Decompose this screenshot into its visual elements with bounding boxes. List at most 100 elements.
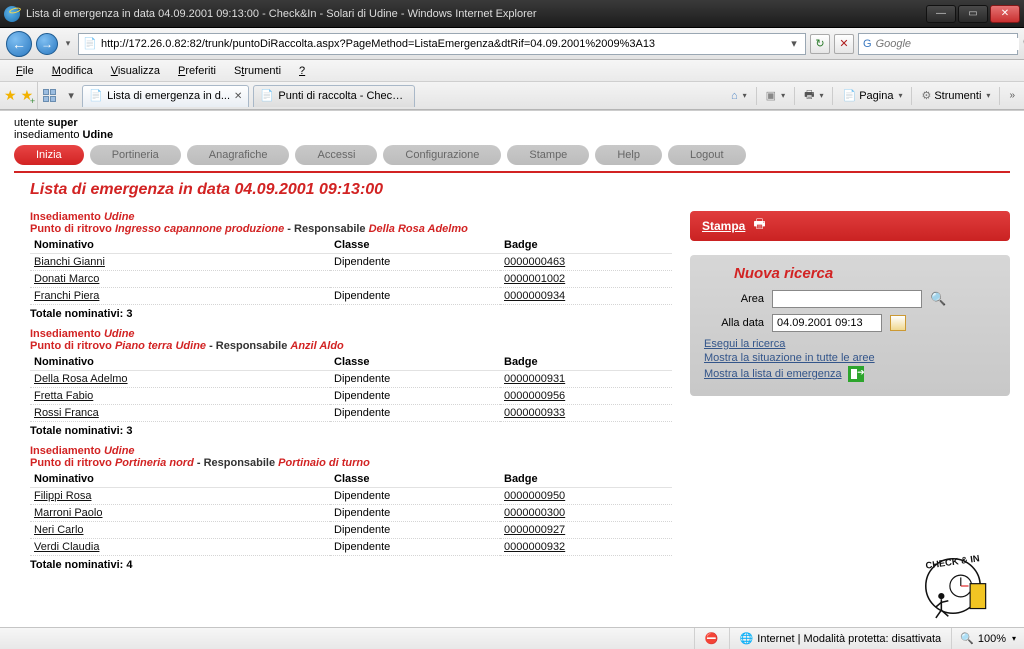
menu-modifica[interactable]: Modifica	[44, 62, 101, 80]
date-input[interactable]	[772, 314, 882, 332]
quick-tabs-dropdown[interactable]: ▾	[64, 89, 78, 103]
nav-inizia[interactable]: Inizia	[14, 145, 84, 165]
badge-link[interactable]: 0000000950	[504, 490, 565, 502]
classe-cell: Dipendente	[330, 505, 500, 522]
address-bar[interactable]: 📄 ▾	[78, 33, 806, 55]
add-favorite-icon[interactable]: ★+	[21, 87, 34, 104]
nav-stampe[interactable]: Stampe	[507, 145, 589, 165]
col-badge: Badge	[500, 354, 672, 371]
badge-link[interactable]: 0000001002	[504, 273, 565, 285]
user-name: super	[48, 117, 78, 129]
tab-icon: 📄	[260, 89, 274, 103]
nav-help[interactable]: Help	[595, 145, 662, 165]
search-panel-title: Nuova ricerca	[704, 265, 996, 282]
nominativo-link[interactable]: Della Rosa Adelmo	[34, 373, 128, 385]
ie-icon	[4, 6, 20, 22]
badge-link[interactable]: 0000000927	[504, 524, 565, 536]
stop-button[interactable]: ✕	[834, 34, 854, 54]
window-titlebar: Lista di emergenza in data 04.09.2001 09…	[0, 0, 1024, 28]
nav-accessi[interactable]: Accessi	[295, 145, 377, 165]
nominativo-link[interactable]: Franchi Piera	[34, 290, 99, 302]
toolbar-overflow[interactable]: »	[1004, 86, 1020, 106]
badge-link[interactable]: 0000000300	[504, 507, 565, 519]
nominativo-link[interactable]: Rossi Franca	[34, 407, 99, 419]
print-toolbar-button[interactable]: 🖶	[799, 86, 828, 106]
browser-search-input[interactable]	[876, 38, 1019, 50]
tab-close-icon[interactable]: ✕	[234, 91, 242, 102]
badge-link[interactable]: 0000000463	[504, 256, 565, 268]
group-header: Insediamento UdinePunto di ritrovo Ingre…	[30, 211, 672, 235]
page-menu-label: Pagina	[859, 90, 893, 102]
link-situazione-aree[interactable]: Mostra la situazione in tutte le aree	[704, 352, 996, 364]
close-button[interactable]: ✕	[990, 5, 1020, 23]
classe-cell: Dipendente	[330, 405, 500, 422]
nav-portineria[interactable]: Portineria	[90, 145, 181, 165]
tab-other[interactable]: 📄 Punti di raccolta - Check&...	[253, 85, 415, 107]
favorites-star-icon[interactable]: ★	[4, 87, 17, 104]
insediamento-line: insediamento Udine	[14, 129, 1010, 141]
tools-menu-button[interactable]: ⚙ Strumenti	[916, 86, 995, 106]
table-row: Neri CarloDipendente0000000927	[30, 522, 672, 539]
menu-strumenti[interactable]: Strumenti	[226, 62, 289, 80]
nominativo-link[interactable]: Marroni Paolo	[34, 507, 102, 519]
menu-preferiti[interactable]: Preferiti	[170, 62, 224, 80]
feeds-button[interactable]: ▣	[761, 86, 790, 106]
user-prefix: utente	[14, 117, 48, 129]
nominativo-link[interactable]: Neri Carlo	[34, 524, 84, 536]
forward-button[interactable]: →	[36, 33, 58, 55]
nominativo-link[interactable]: Filippi Rosa	[34, 490, 91, 502]
refresh-button[interactable]: ↻	[810, 34, 830, 54]
classe-cell: Dipendente	[330, 488, 500, 505]
group-total: Totale nominativi: 4	[30, 556, 672, 579]
area-input[interactable]	[772, 290, 922, 308]
address-input[interactable]	[101, 38, 783, 50]
minimize-button[interactable]: —	[926, 5, 956, 23]
nav-logout[interactable]: Logout	[668, 145, 746, 165]
back-button[interactable]: ←	[6, 31, 32, 57]
col-classe: Classe	[330, 354, 500, 371]
quick-tabs-icon[interactable]	[42, 89, 60, 103]
calendar-icon[interactable]	[890, 315, 906, 331]
badge-link[interactable]: 0000000932	[504, 541, 565, 553]
badge-link[interactable]: 0000000933	[504, 407, 565, 419]
print-link[interactable]: Stampa	[702, 219, 745, 233]
search-provider-icon: G	[863, 37, 872, 51]
menu-file[interactable]: File	[8, 62, 42, 80]
home-button[interactable]: ⌂	[726, 86, 752, 106]
nominativo-link[interactable]: Verdi Claudia	[34, 541, 99, 553]
badge-link[interactable]: 0000000956	[504, 390, 565, 402]
svg-text:CHECK & IN: CHECK & IN	[925, 553, 981, 571]
group-header: Insediamento UdinePunto di ritrovo Porti…	[30, 445, 672, 469]
link-lista-emergenza[interactable]: Mostra la lista di emergenza	[704, 368, 842, 380]
area-lookup-icon[interactable]: 🔍	[930, 291, 946, 307]
badge-link[interactable]: 0000000934	[504, 290, 565, 302]
gear-icon: ⚙	[921, 89, 931, 102]
menu-visualizza[interactable]: Visualizza	[103, 62, 168, 80]
nav-configurazione[interactable]: Configurazione	[383, 145, 501, 165]
classe-cell	[330, 271, 500, 288]
nav-history-dropdown[interactable]: ▾	[62, 38, 74, 49]
link-esegui-ricerca[interactable]: Esegui la ricerca	[704, 338, 996, 350]
page-title-text: Lista di emergenza in data	[30, 181, 235, 198]
page-title-date: 04.09.2001 09:13:00	[235, 181, 384, 198]
group-table: NominativoClasseBadgeBianchi GianniDipen…	[30, 237, 672, 305]
maximize-button[interactable]: ▭	[958, 5, 988, 23]
table-row: Filippi Rosa Dipendente 0000000950	[30, 488, 672, 505]
tools-menu-label: Strumenti	[934, 90, 981, 102]
page-menu-button[interactable]: 📄 Pagina	[837, 86, 907, 106]
user-line: utente super	[14, 117, 1010, 129]
browser-search-box[interactable]: G 🔍	[858, 33, 1018, 55]
nominativo-link[interactable]: Fretta Fabio	[34, 390, 93, 402]
table-row: Marroni Paolo Dipendente 0000000300	[30, 505, 672, 522]
nominativo-link[interactable]: Bianchi Gianni	[34, 256, 105, 268]
classe-cell: Dipendente	[330, 288, 500, 305]
nav-anagrafiche[interactable]: Anagrafiche	[187, 145, 290, 165]
badge-link[interactable]: 0000000931	[504, 373, 565, 385]
tab-active[interactable]: 📄 Lista di emergenza in d... ✕	[82, 85, 249, 107]
area-label: Area	[704, 293, 764, 305]
nominativo-link[interactable]: Donati Marco	[34, 273, 99, 285]
table-row: Franchi Piera Dipendente 0000000934	[30, 288, 672, 305]
zoom-control[interactable]: 🔍 100% ▾	[951, 628, 1024, 649]
address-dropdown-icon[interactable]: ▾	[787, 37, 801, 51]
menu-help[interactable]: ?	[291, 62, 313, 80]
